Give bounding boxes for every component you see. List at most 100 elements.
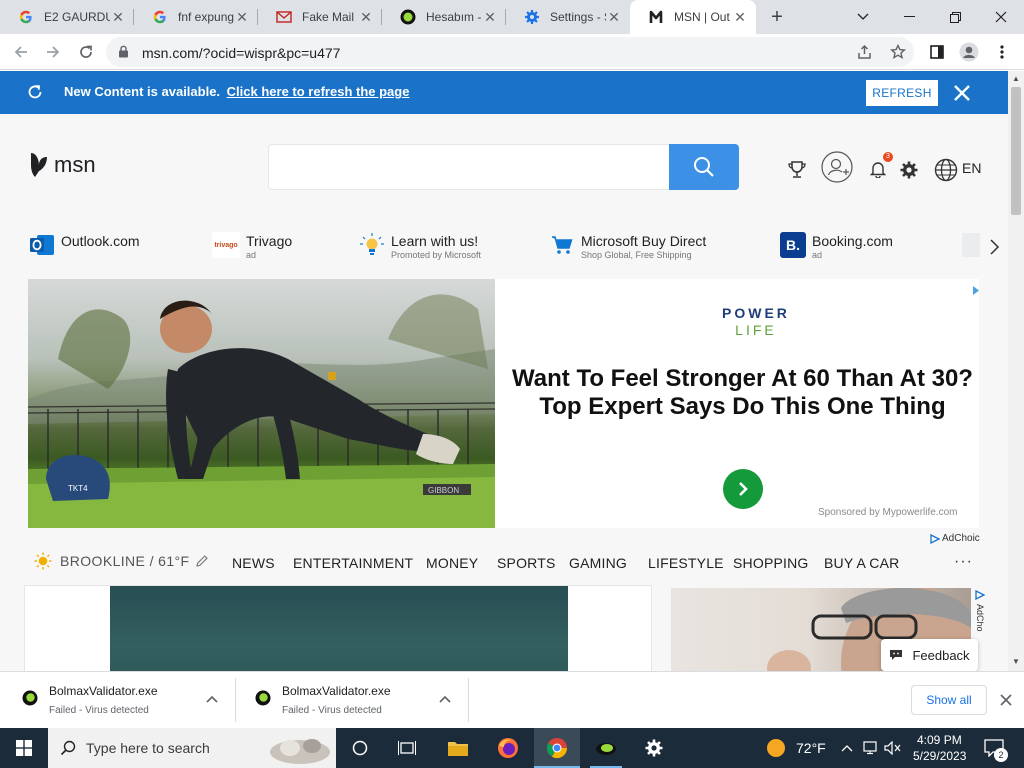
weather-location[interactable]: BROOKLINE / 61°F [34,552,209,570]
adchoices-icon [975,589,986,601]
lock-icon[interactable] [118,45,129,63]
power-life-logo: POWER LIFE [722,305,790,338]
share-icon[interactable] [853,40,877,64]
nav-buy-a-car[interactable]: BUY A CAR [824,555,899,571]
refresh-page-link[interactable]: Click here to refresh the page [227,84,410,99]
network-icon[interactable] [860,728,882,768]
feed-card[interactable] [24,585,652,671]
quicklink-learn[interactable]: Learn with us! Promoted by Microsoft [359,232,481,261]
nav-entertainment[interactable]: ENTERTAINMENT [293,555,413,571]
ad-headline[interactable]: Want To Feel Stronger At 60 Than At 30? … [510,365,975,421]
chevron-up-icon[interactable] [205,693,219,707]
scrollbar-thumb[interactable] [1011,87,1021,215]
settings-gear-icon[interactable] [898,159,920,181]
nav-news[interactable]: NEWS [232,555,275,571]
quicklink-microsoft-buy-direct[interactable]: Microsoft Buy Direct Shop Global, Free S… [549,232,706,261]
sign-in-avatar-icon[interactable] [821,151,853,183]
ad-go-button[interactable] [723,469,763,509]
language-selector[interactable]: EN [962,160,981,176]
msn-logo-text: msn [54,152,96,177]
rewards-trophy-icon[interactable] [786,159,808,181]
settings-gear-icon[interactable] [636,728,672,768]
bookmark-star-icon[interactable] [886,40,910,64]
profile-avatar-icon[interactable] [957,40,981,64]
close-icon[interactable] [998,692,1014,708]
weather-temperature[interactable]: 72°F [796,740,826,756]
restore-button[interactable] [932,0,978,34]
reload-icon[interactable] [74,40,98,64]
tab-e2-gaurdu[interactable]: E2 GAURDU ✕ [0,0,134,34]
chevron-up-icon[interactable] [438,693,452,707]
tab-close-icon[interactable]: ✕ [482,9,498,26]
forward-arrow-icon[interactable] [41,40,65,64]
action-center-icon[interactable] [978,728,1010,768]
nav-money[interactable]: MONEY [426,555,478,571]
volume-mute-icon[interactable] [882,728,904,768]
download-item[interactable]: BolmaxValidator.exe Failed - Virus detec… [233,672,469,728]
tab-close-icon[interactable]: ✕ [234,9,250,26]
clock-date[interactable]: 5/29/2023 [913,749,966,763]
new-tab-button[interactable]: + [764,4,790,30]
feedback-button[interactable]: Feedback [881,639,978,671]
refresh-button[interactable]: REFRESH [866,80,938,106]
nav-shopping[interactable]: SHOPPING [733,555,809,571]
close-icon[interactable] [950,81,974,105]
globe-icon[interactable] [933,157,959,183]
clock-time[interactable]: 4:09 PM [917,733,962,747]
sponsored-ad-card[interactable]: TKT4 GIBBON POWER LIFE Want To Feel Stro… [28,279,979,528]
scroll-up-arrow[interactable]: ▲ [1012,74,1020,83]
tab-hesabim[interactable]: Hesabım - ✕ [382,0,506,34]
show-all-downloads-button[interactable]: Show all [911,685,987,715]
search-highlight-illustration [270,739,330,764]
minimize-button[interactable] [886,0,932,34]
pencil-edit-icon[interactable] [195,554,209,568]
msn-logo[interactable]: msn [28,151,96,179]
tab-msn-active[interactable]: MSN | Out ✕ [630,0,756,34]
tab-search-chevron-icon[interactable] [840,0,886,34]
chevron-right-icon[interactable] [988,238,1000,261]
download-item[interactable]: BolmaxValidator.exe Failed - Virus detec… [0,672,236,728]
tab-close-icon[interactable]: ✕ [110,9,126,26]
taskbar-search-box[interactable]: Type here to search [48,728,336,768]
quicklink-outlook[interactable]: Outlook.com [29,232,140,258]
kebab-menu-icon[interactable] [990,40,1014,64]
msn-icon [648,9,664,25]
adchoices-link[interactable]: AdChoic [930,533,980,544]
weather-sun-icon[interactable] [762,728,790,768]
tab-settings[interactable]: Settings - S ✕ [506,0,630,34]
green-app-taskbar-icon[interactable] [588,728,624,768]
quicklink-booking[interactable]: B. Booking.com ad [780,232,893,261]
ad-info-icon[interactable] [973,282,979,295]
chrome-taskbar-icon[interactable] [534,728,580,768]
tab-close-icon[interactable]: ✕ [358,9,374,26]
adchoices-icon [930,533,940,544]
cortana-icon[interactable] [342,728,378,768]
side-panel-icon[interactable] [925,40,949,64]
nav-sports[interactable]: SPORTS [497,555,556,571]
chevron-up-icon[interactable] [838,728,856,768]
firefox-icon[interactable] [490,728,526,768]
exe-file-icon [22,690,38,706]
more-menu-button[interactable]: ··· [954,553,973,571]
back-arrow-icon[interactable] [9,40,33,64]
tab-title: MSN | Out [674,10,730,24]
task-view-icon[interactable] [389,728,425,768]
tab-close-icon[interactable]: ✕ [732,9,748,26]
tab-fake-mail[interactable]: Fake Mail G ✕ [258,0,382,34]
address-bar[interactable]: msn.com/?ocid=wispr&pc=u477 [106,37,914,67]
notifications-bell-icon[interactable] [868,159,888,179]
page-scrollbar[interactable]: ▲ ▼ [1008,71,1024,671]
close-window-button[interactable] [978,0,1024,34]
quicklink-trivago[interactable]: trivago Trivago ad [212,232,292,261]
scroll-down-arrow[interactable]: ▼ [1012,657,1020,666]
quicklink-label: Learn with us! [391,233,479,249]
windows-start-icon[interactable] [0,728,48,768]
tab-close-icon[interactable]: ✕ [606,9,622,26]
search-input[interactable] [268,144,670,190]
search-button[interactable] [669,144,739,190]
ad-sponsor-text: Sponsored by Mypowerlife.com [818,507,958,518]
file-explorer-icon[interactable] [440,728,476,768]
nav-gaming[interactable]: GAMING [569,555,627,571]
tab-fnf-expunge[interactable]: fnf expunge ✕ [134,0,258,34]
nav-lifestyle[interactable]: LIFESTYLE [648,555,724,571]
